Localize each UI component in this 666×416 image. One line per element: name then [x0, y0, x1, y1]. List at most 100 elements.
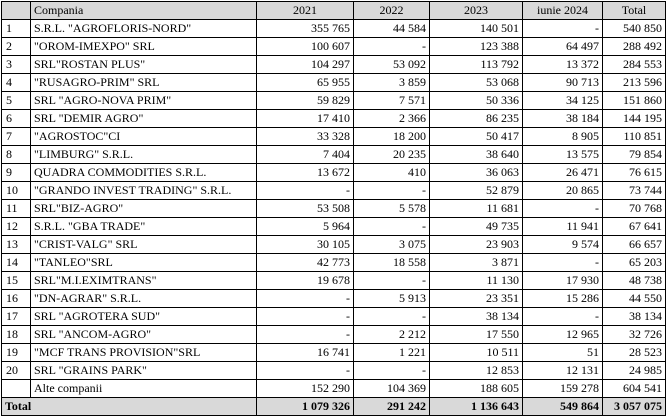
header-iunie-2024: iunie 2024 [522, 1, 603, 20]
table-row: 9 QUADRA COMMODITIES S.R.L. 13 672 410 36 06… [1, 163, 666, 182]
cell-iunie-2024: 90 713 [522, 73, 603, 92]
cell-iunie-2024: 8 905 [522, 127, 603, 146]
cell-total: 110 851 [602, 127, 666, 146]
cell-iunie-2024: 38 184 [522, 109, 603, 128]
cell-company: "CRIST-VALG" SRL [30, 235, 257, 254]
table-row: 7 "AGROSTOC"CI 33 328 18 200 50 417 8 905 110 … [1, 127, 666, 146]
cell-2021: 100 607 [256, 37, 354, 56]
cell-2022: 20 235 [353, 145, 430, 164]
cell-company: SRL"M.I.EXIMTRANS" [30, 271, 257, 290]
cell-total: 28 523 [602, 343, 666, 362]
cell-company: Alte companii [30, 379, 257, 398]
cell-company: "MCF TRANS PROVISION"SRL [30, 343, 257, 362]
table-row: 15 SRL"M.I.EXIMTRANS" 19 678-11 130 17 930 4… [1, 271, 666, 290]
cell-2022: - [353, 217, 430, 236]
cell-total: 32 726 [602, 325, 666, 344]
table-row: 18 SRL "ANCOM-AGRO" -2 212 17 550 12 965 32 7… [1, 325, 666, 344]
cell-total: 65 203 [602, 253, 666, 272]
cell-iunie-2024: - [522, 19, 603, 38]
cell-iunie-2024: 12 965 [522, 325, 603, 344]
header-company: Compania [30, 1, 257, 20]
cell-company: SRL "GRAINS PARK" [30, 361, 257, 380]
cell-total: 73 744 [602, 181, 666, 200]
cell-2021: 5 964 [256, 217, 354, 236]
table-row: 17 SRL "AGROTERA SUD" - -38 134-38 134 [1, 307, 666, 326]
cell-iunie-2024: 17 930 [522, 271, 603, 290]
header-2021: 2021 [256, 1, 354, 20]
cell-2021: - [256, 361, 354, 380]
cell-2021: 19 678 [256, 271, 354, 290]
cell-index: 20 [1, 361, 31, 380]
cell-2023: 50 336 [429, 91, 523, 110]
cell-2023: 38 640 [429, 145, 523, 164]
cell-total: 24 985 [602, 361, 666, 380]
cell-index: 14 [1, 253, 31, 272]
cell-2022: 5 578 [353, 199, 430, 218]
cell-total: 151 860 [602, 91, 666, 110]
cell-iunie-2024: - [522, 307, 603, 326]
cell-2021: 33 328 [256, 127, 354, 146]
table-row: Alte companii 152 290 104 369 188 605 159 27… [1, 379, 666, 398]
cell-2022: 3 859 [353, 73, 430, 92]
cell-2023: 38 134 [429, 307, 523, 326]
cell-iunie-2024: 159 278 [522, 379, 603, 398]
cell-2022: 104 369 [353, 379, 430, 398]
cell-total: 604 541 [602, 379, 666, 398]
cell-2023: 11 130 [429, 271, 523, 290]
cell-company: S.R.L. "AGROFLORIS-NORD" [30, 19, 257, 38]
table-row: 14 "TANLEO"SRL 42 773 18 558 3 871-65 203 [1, 253, 666, 272]
cell-2022: 410 [353, 163, 430, 182]
cell-2023: 52 879 [429, 181, 523, 200]
cell-company: "TANLEO"SRL [30, 253, 257, 272]
table-row: 4 "RUSAGRO-PRIM" SRL 65 955 3 859 53 068 90 7… [1, 73, 666, 92]
cell-index: 16 [1, 289, 31, 308]
cell-2022: 44 584 [353, 19, 430, 38]
cell-index: 6 [1, 109, 31, 128]
cell-total: 144 195 [602, 109, 666, 128]
cell-company: "DN-AGRAR" S.R.L. [30, 289, 257, 308]
cell-iunie-2024: 13 575 [522, 145, 603, 164]
header-row: Compania 2021 2022 2023 iunie 2024 Total [1, 1, 666, 20]
cell-index: 7 [1, 127, 31, 146]
cell-2021: 65 955 [256, 73, 354, 92]
cell-company: "GRANDO INVEST TRADING" S.R.L. [30, 181, 257, 200]
table-row: 20 SRL "GRAINS PARK" - -12 853 12 131 24 985 [1, 361, 666, 380]
cell-company: QUADRA COMMODITIES S.R.L. [30, 163, 257, 182]
table-row: 2 "OROM-IMEXPO" SRL 100 607-123 388 64 497 2… [1, 37, 666, 56]
cell-index: 10 [1, 181, 31, 200]
cell-index: 1 [1, 19, 31, 38]
cell-2023: 53 068 [429, 73, 523, 92]
cell-2021: 30 105 [256, 235, 354, 254]
cell-company: SRL "DEMIR AGRO" [30, 109, 257, 128]
cell-2022: - [353, 307, 430, 326]
cell-index: 2 [1, 37, 31, 56]
cell-2023: 10 511 [429, 343, 523, 362]
cell-company: "OROM-IMEXPO" SRL [30, 37, 257, 56]
cell-index [1, 379, 31, 398]
cell-iunie-2024: 15 286 [522, 289, 603, 308]
cell-index: 4 [1, 73, 31, 92]
cell-index: 18 [1, 325, 31, 344]
cell-iunie-2024: - [522, 253, 603, 272]
total-total: 3 057 075 [602, 397, 666, 416]
cell-total: 44 550 [602, 289, 666, 308]
cell-2023: 123 388 [429, 37, 523, 56]
cell-company: SRL "AGRO-NOVA PRIM" [30, 91, 257, 110]
cell-total: 70 768 [602, 199, 666, 218]
cell-2023: 3 871 [429, 253, 523, 272]
cell-total: 48 738 [602, 271, 666, 290]
table-row: 8 "LIMBURG" S.R.L. 7 404 20 235 38 640 13 575… [1, 145, 666, 164]
header-total: Total [602, 1, 666, 20]
cell-company: "LIMBURG" S.R.L. [30, 145, 257, 164]
cell-2021: 42 773 [256, 253, 354, 272]
cell-2022: - [353, 271, 430, 290]
cell-iunie-2024: 26 471 [522, 163, 603, 182]
cell-2022: 7 571 [353, 91, 430, 110]
cell-2021: 355 765 [256, 19, 354, 38]
cell-total: 284 553 [602, 55, 666, 74]
cell-2023: 113 792 [429, 55, 523, 74]
cell-total: 76 615 [602, 163, 666, 182]
cell-2023: 86 235 [429, 109, 523, 128]
total-2021: 1 079 326 [256, 397, 354, 416]
table-header: Compania 2021 2022 2023 iunie 2024 Total [1, 1, 666, 20]
